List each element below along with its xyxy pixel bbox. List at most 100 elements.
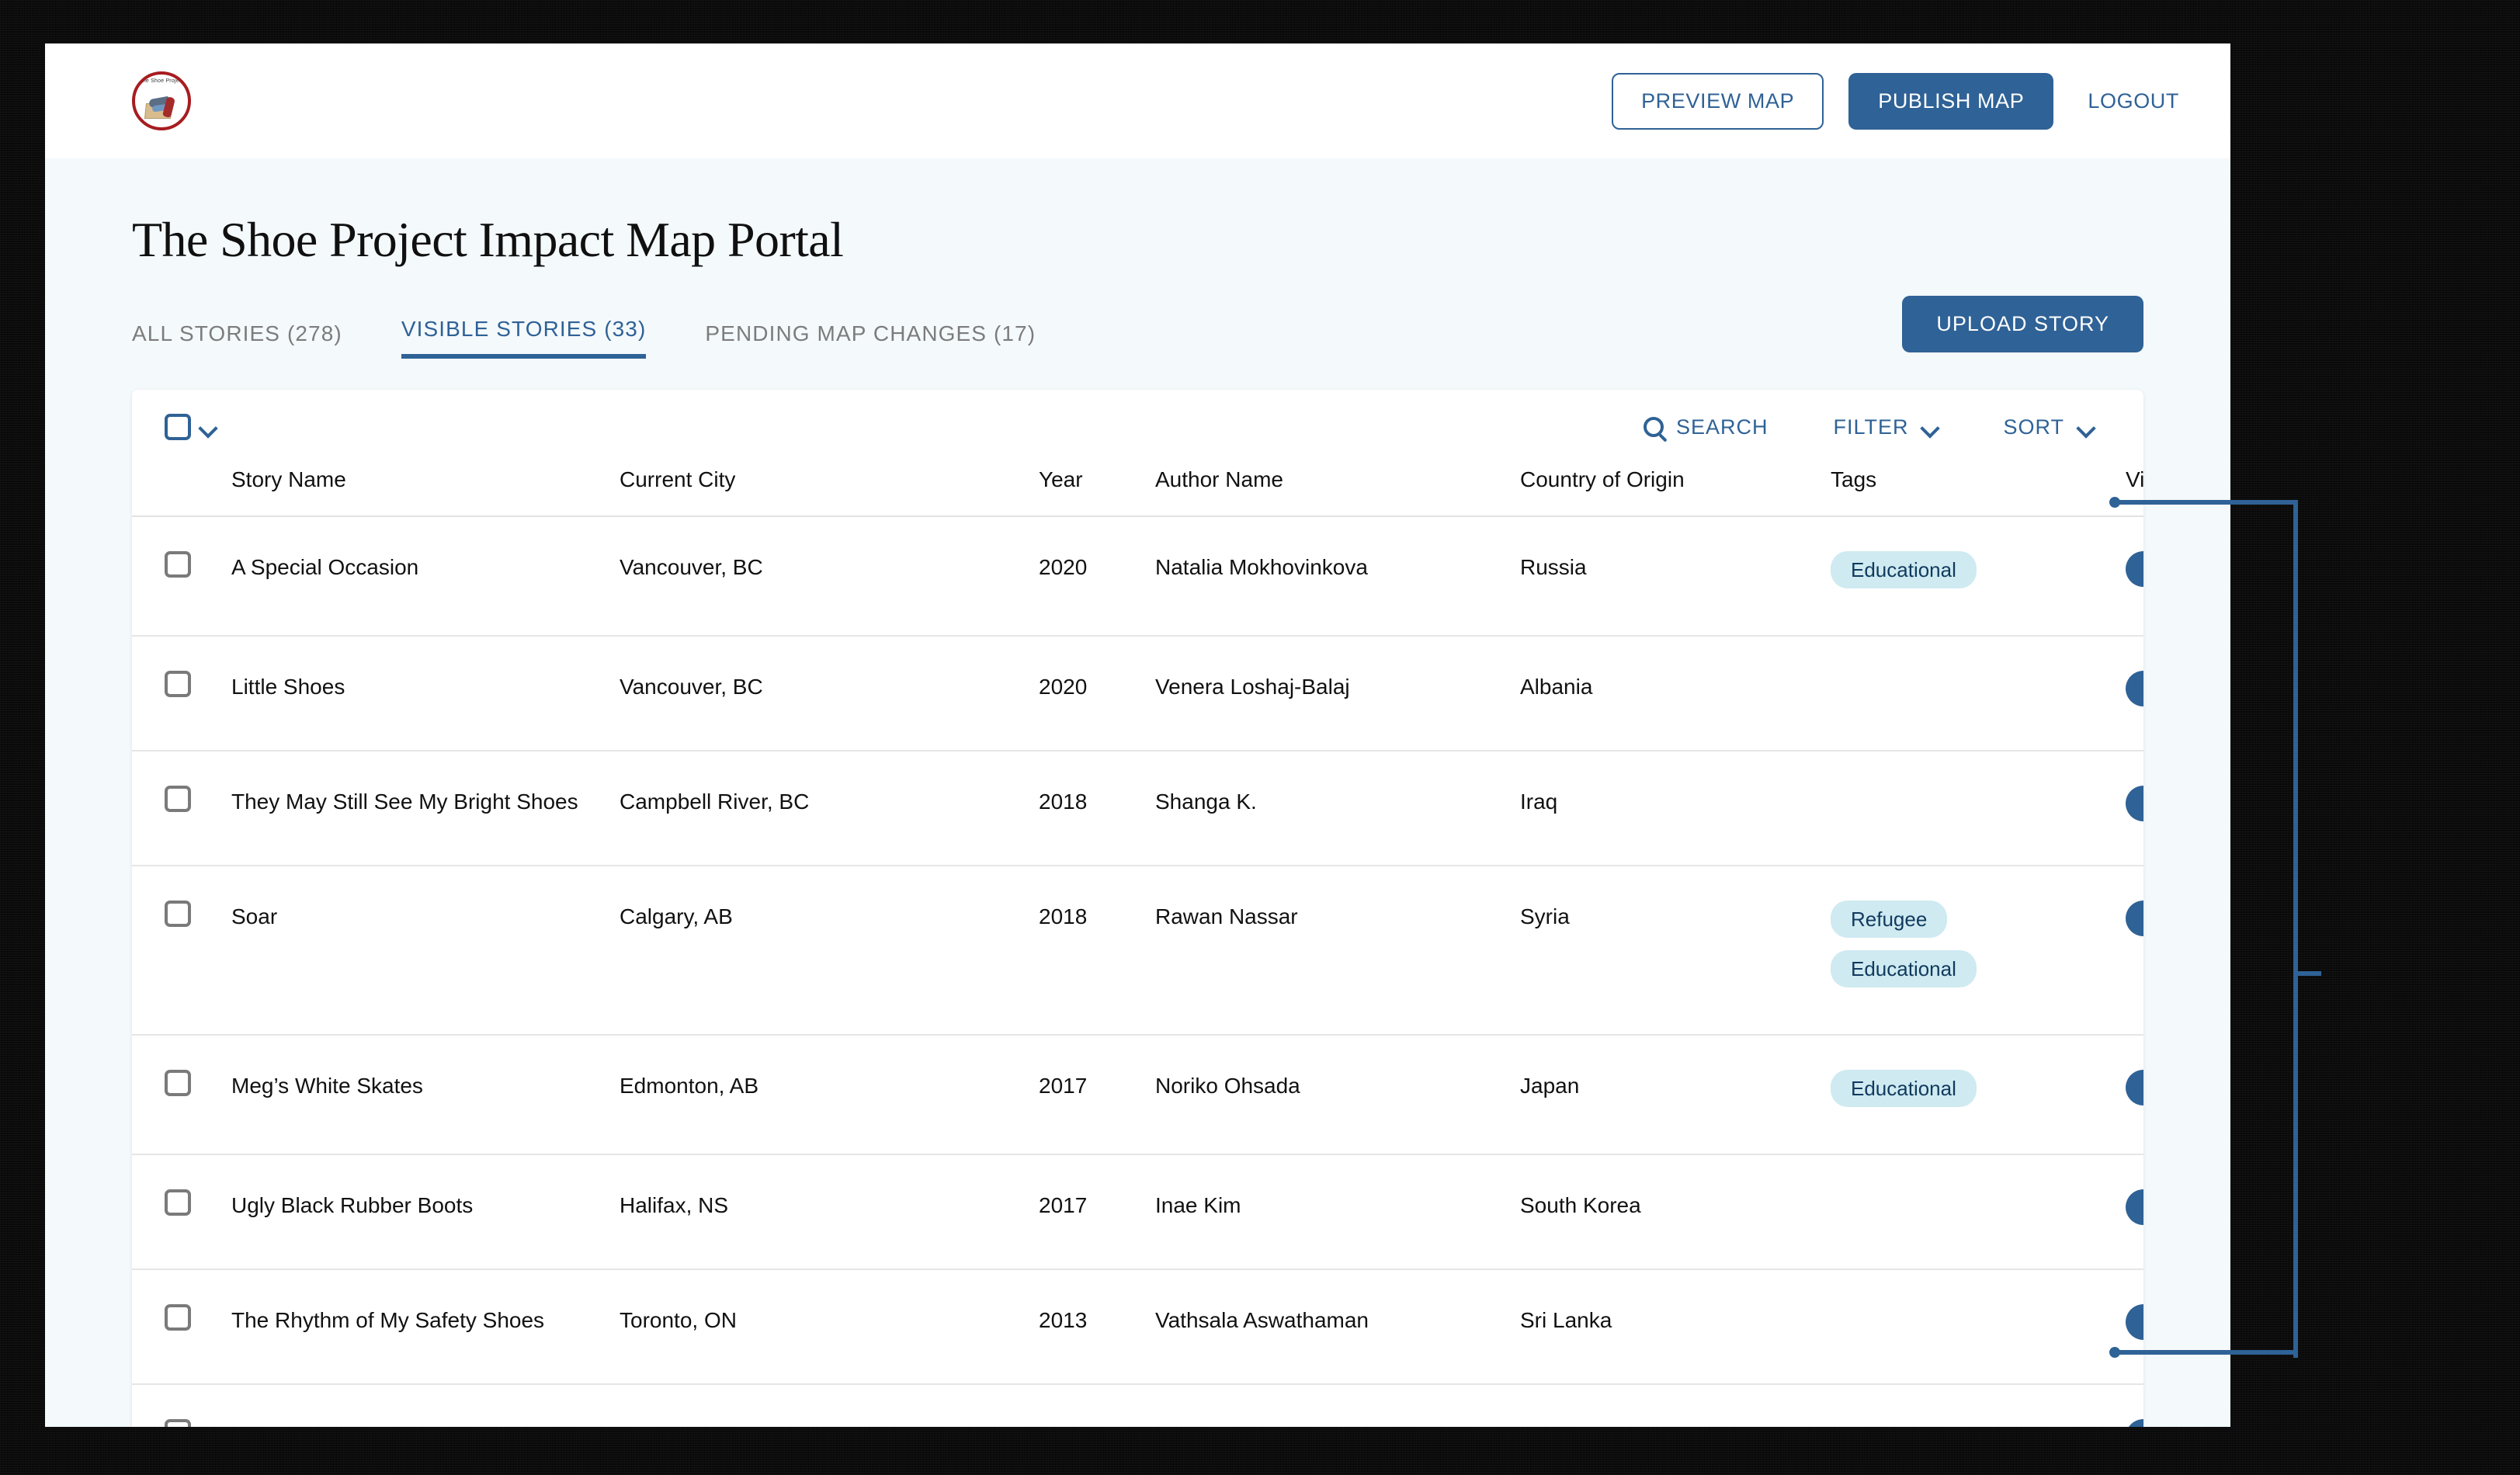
preview-map-button[interactable]: PREVIEW MAP xyxy=(1612,72,1824,130)
cell-year: 2018 xyxy=(1039,751,1155,866)
chevron-down-icon xyxy=(2077,418,2094,436)
column-header-current-city[interactable]: Current City xyxy=(620,464,1039,517)
cell-story-name: Meg’s White Skates xyxy=(231,1035,620,1155)
column-header-tags[interactable]: Tags xyxy=(1831,464,2126,517)
cell-visibility xyxy=(2126,636,2143,751)
visibility-toggle[interactable] xyxy=(2126,1304,2143,1340)
cell-author-name: Maryam Nebavi Nejad xyxy=(1155,1384,1520,1427)
logo-caption: The Shoe Project xyxy=(139,78,184,84)
table-header-row: Story Name Current City Year Author Name… xyxy=(132,464,2143,517)
column-header-story-name[interactable]: Story Name xyxy=(231,464,620,517)
cell-current-city: Calgary, AB xyxy=(620,866,1039,1036)
cell-author-name: Noriko Ohsada xyxy=(1155,1035,1520,1155)
cell-tags xyxy=(1831,1154,2126,1270)
cell-visibility xyxy=(2126,1035,2143,1155)
table-row[interactable]: A Special Occasion Vancouver, BC 2020 Natal… xyxy=(132,516,2143,637)
select-all-checkbox[interactable] xyxy=(165,414,191,440)
annotation-tick-mid xyxy=(2298,971,2321,976)
column-header-checkbox xyxy=(132,464,231,517)
cell-country: Albania xyxy=(1520,636,1831,751)
cell-country: Iran xyxy=(1520,1384,1831,1427)
top-nav-actions: PREVIEW MAP PUBLISH MAP LOGOUT xyxy=(1612,72,2179,130)
cell-year: 2012 xyxy=(1039,1384,1155,1427)
screen-frame: The Shoe Project PREVIEW MAP PUBLISH MAP… xyxy=(0,0,2520,1475)
cell-visibility xyxy=(2126,751,2143,866)
row-checkbox[interactable] xyxy=(165,786,191,812)
table-row[interactable]: Ugly Black Rubber Boots Halifax, NS 2017 In… xyxy=(132,1154,2143,1270)
table-row[interactable]: The Rhythm of My Safety Shoes Toronto, ON… xyxy=(132,1269,2143,1385)
visibility-toggle[interactable] xyxy=(2126,1189,2143,1225)
tag-badge: Educational xyxy=(1831,950,1977,987)
app-window: The Shoe Project PREVIEW MAP PUBLISH MAP… xyxy=(45,43,2230,1427)
sort-label: SORT xyxy=(2003,415,2064,439)
upload-story-button[interactable]: UPLOAD STORY xyxy=(1902,296,2143,352)
cell-author-name: Shanga K. xyxy=(1155,751,1520,866)
table-row[interactable]: Little Shoes Vancouver, BC 2020 Venera Losh… xyxy=(132,636,2143,751)
row-checkbox[interactable] xyxy=(165,671,191,697)
logout-button[interactable]: LOGOUT xyxy=(2088,89,2179,113)
column-header-year[interactable]: Year xyxy=(1039,464,1155,517)
cell-year: 2017 xyxy=(1039,1035,1155,1155)
cell-visibility xyxy=(2126,866,2143,1036)
tab-all-stories[interactable]: ALL STORIES (278) xyxy=(132,321,342,359)
column-header-visibility[interactable]: Visibility xyxy=(2126,464,2143,517)
page-title: The Shoe Project Impact Map Portal xyxy=(132,212,844,267)
visibility-toggle[interactable] xyxy=(2126,1070,2143,1105)
row-checkbox-cell xyxy=(132,516,231,637)
table-row[interactable]: Soar Calgary, AB 2018 Rawan Nassar Syria Refu… xyxy=(132,866,2143,1036)
row-checkbox[interactable] xyxy=(165,551,191,578)
annotation-dot-bottom xyxy=(2109,1347,2120,1358)
cell-current-city: Toronto, ON xyxy=(620,1269,1039,1385)
table-row[interactable]: Invisibility ShoesToronto, ON2012Maryam … xyxy=(132,1384,2143,1427)
row-checkbox-cell xyxy=(132,866,231,1036)
search-button[interactable]: SEARCH xyxy=(1643,415,1769,439)
tab-bar: ALL STORIES (278) VISIBLE STORIES (33) P… xyxy=(132,296,2143,359)
page-content: The Shoe Project Impact Map Portal ALL S… xyxy=(45,158,2230,1427)
visibility-toggle[interactable] xyxy=(2126,786,2143,821)
toolbar-actions: SEARCH FILTER SORT xyxy=(1578,415,2094,439)
cell-country: Iraq xyxy=(1520,751,1831,866)
table-row[interactable]: They May Still See My Bright Shoes Campbe… xyxy=(132,751,2143,866)
cell-year: 2017 xyxy=(1039,1154,1155,1270)
tag-badge: Refugee xyxy=(1831,901,1948,938)
visibility-toggle[interactable] xyxy=(2126,901,2143,936)
cell-story-name: Invisibility Shoes xyxy=(231,1384,620,1427)
visibility-toggle[interactable] xyxy=(2126,1419,2143,1427)
publish-map-button[interactable]: PUBLISH MAP xyxy=(1848,72,2054,130)
row-checkbox[interactable] xyxy=(165,1304,191,1331)
column-header-author-name[interactable]: Author Name xyxy=(1155,464,1520,517)
cell-year: 2013 xyxy=(1039,1269,1155,1385)
sort-button[interactable]: SORT xyxy=(2003,415,2094,439)
stories-table: Story Name Current City Year Author Name… xyxy=(132,464,2143,1427)
cell-country: Russia xyxy=(1520,516,1831,637)
annotation-spine-bottom xyxy=(2293,1350,2298,1358)
row-checkbox[interactable] xyxy=(165,1070,191,1096)
tab-pending-map-changes[interactable]: PENDING MAP CHANGES (17) xyxy=(705,321,1036,359)
stories-table-card: SEARCH FILTER SORT Story Name Current Ci… xyxy=(132,390,2143,1427)
row-checkbox[interactable] xyxy=(165,901,191,927)
cell-current-city: Toronto, ON xyxy=(620,1384,1039,1427)
table-toolbar: SEARCH FILTER SORT xyxy=(132,390,2143,464)
row-checkbox[interactable] xyxy=(165,1189,191,1216)
cell-author-name: Vathsala Aswathaman xyxy=(1155,1269,1520,1385)
row-checkbox-cell xyxy=(132,1154,231,1270)
tab-visible-stories[interactable]: VISIBLE STORIES (33) xyxy=(401,317,647,359)
cell-story-name: Ugly Black Rubber Boots xyxy=(231,1154,620,1270)
filter-button[interactable]: FILTER xyxy=(1833,415,1938,439)
cell-country: Syria xyxy=(1520,866,1831,1036)
row-checkbox-cell xyxy=(132,636,231,751)
row-checkbox-cell xyxy=(132,751,231,866)
cell-visibility xyxy=(2126,1269,2143,1385)
cell-current-city: Campbell River, BC xyxy=(620,751,1039,866)
chevron-down-icon[interactable] xyxy=(199,418,216,436)
visibility-toggle[interactable] xyxy=(2126,551,2143,587)
annotation-dot-top xyxy=(2109,497,2120,508)
table-body: A Special Occasion Vancouver, BC 2020 Natal… xyxy=(132,516,2143,1427)
filter-label: FILTER xyxy=(1833,415,1909,439)
select-all-control[interactable] xyxy=(165,414,216,440)
visibility-toggle[interactable] xyxy=(2126,671,2143,706)
cell-year: 2020 xyxy=(1039,636,1155,751)
column-header-country[interactable]: Country of Origin xyxy=(1520,464,1831,517)
table-row[interactable]: Meg’s White Skates Edmonton, AB 2017 Noriko… xyxy=(132,1035,2143,1155)
row-checkbox[interactable] xyxy=(165,1419,191,1427)
